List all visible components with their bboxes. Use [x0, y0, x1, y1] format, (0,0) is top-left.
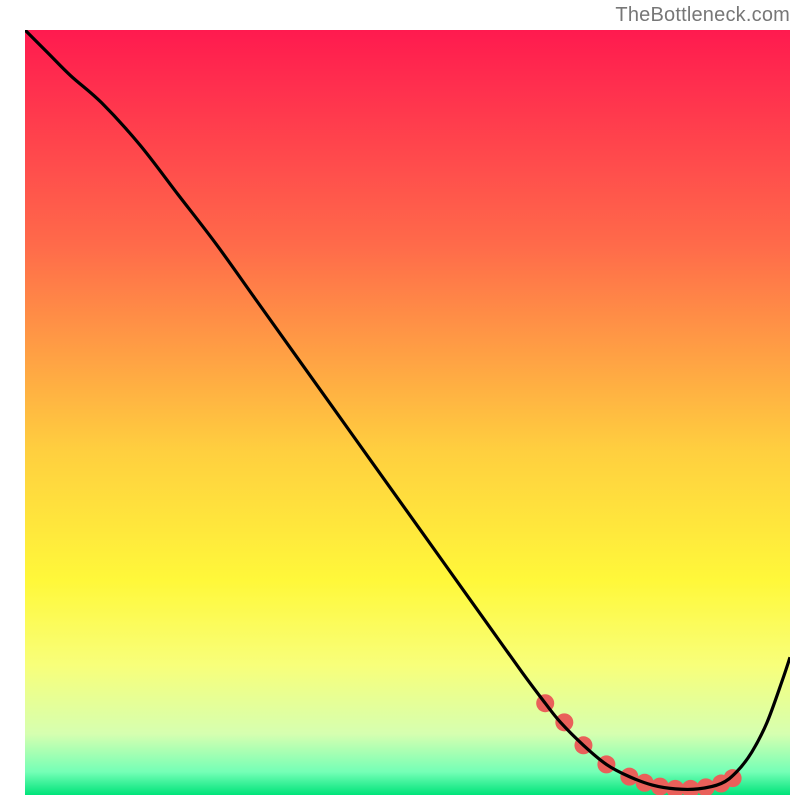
watermark-label: TheBottleneck.com	[615, 4, 790, 27]
chart-container: TheBottleneck.com	[0, 0, 800, 800]
marker-dot	[724, 769, 742, 787]
bottleneck-chart	[0, 0, 800, 800]
